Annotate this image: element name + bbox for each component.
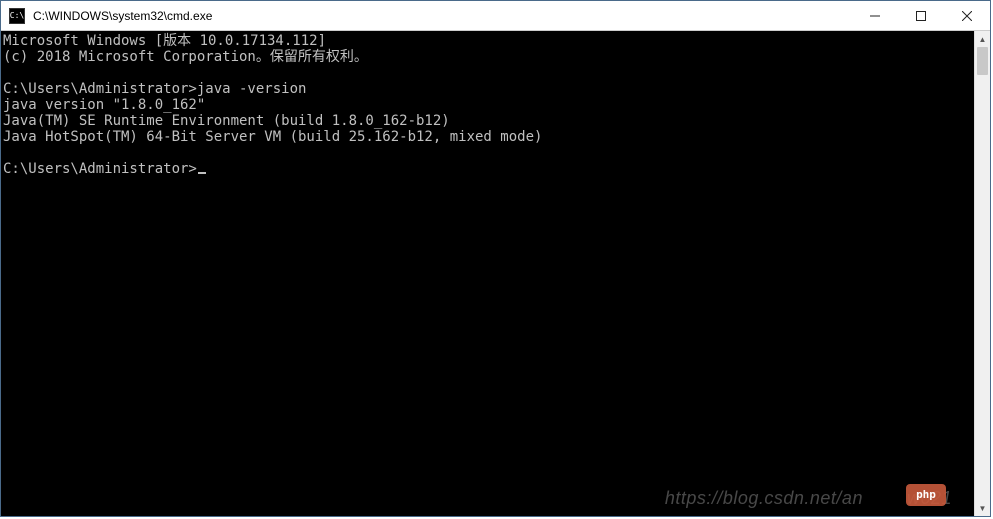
terminal-output[interactable]: Microsoft Windows [版本 10.0.17134.112] (c…	[1, 31, 974, 516]
line: C:\Users\Administrator>java -version	[3, 81, 306, 97]
window-title: C:\WINDOWS\system32\cmd.exe	[31, 9, 852, 23]
line: java version "1.8.0_162"	[3, 97, 205, 113]
watermark-badge: php	[906, 484, 946, 506]
scroll-track[interactable]	[975, 47, 990, 500]
close-button[interactable]	[944, 1, 990, 30]
line: Microsoft Windows [版本 10.0.17134.112]	[3, 33, 326, 49]
cmd-window: C:\ C:\WINDOWS\system32\cmd.exe Microsof…	[0, 0, 991, 517]
cursor	[198, 172, 206, 174]
vertical-scrollbar[interactable]: ▲ ▼	[974, 31, 990, 516]
window-controls	[852, 1, 990, 30]
titlebar[interactable]: C:\ C:\WINDOWS\system32\cmd.exe	[1, 1, 990, 31]
watermark-text: https://blog.csdn.net/an w021	[665, 490, 952, 506]
minimize-button[interactable]	[852, 1, 898, 30]
line: Java(TM) SE Runtime Environment (build 1…	[3, 113, 450, 129]
prompt: C:\Users\Administrator>	[3, 161, 197, 177]
app-icon: C:\	[9, 8, 25, 24]
scroll-up-button[interactable]: ▲	[975, 31, 990, 47]
line: (c) 2018 Microsoft Corporation。保留所有权利。	[3, 49, 368, 65]
maximize-button[interactable]	[898, 1, 944, 30]
scroll-down-button[interactable]: ▼	[975, 500, 990, 516]
scroll-thumb[interactable]	[977, 47, 988, 75]
line: Java HotSpot(TM) 64-Bit Server VM (build…	[3, 129, 542, 145]
content-area: Microsoft Windows [版本 10.0.17134.112] (c…	[1, 31, 990, 516]
